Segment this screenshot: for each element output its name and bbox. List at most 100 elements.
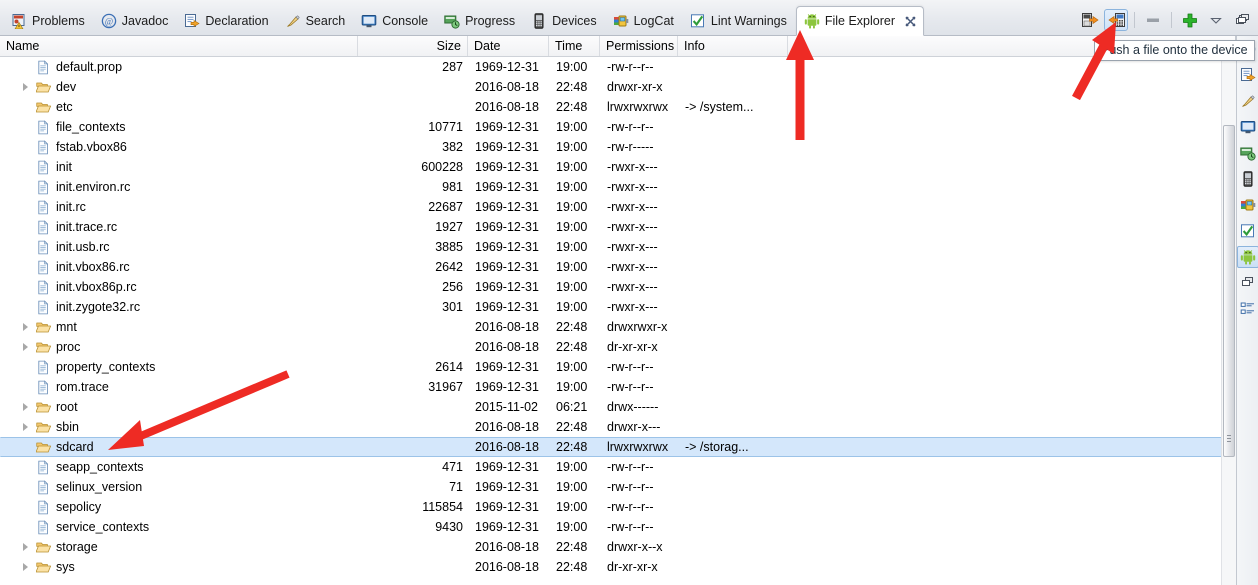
file-icon [36, 359, 51, 375]
row-date: 1969-12-31 [475, 220, 539, 234]
tab-javadoc[interactable]: @ Javadoc [94, 7, 178, 35]
tab-label: Declaration [205, 13, 269, 28]
table-row[interactable]: init.vbox86.rc 2642 1969-12-31 19:00 -rwxr-x… [0, 257, 1235, 277]
view-menu-button[interactable] [1204, 9, 1228, 31]
column-header-name[interactable]: Name [0, 36, 358, 56]
table-row[interactable]: default.prop 287 1969-12-31 19:00 -rw-r--r-- [0, 57, 1235, 77]
fastview-devices-icon[interactable] [1237, 168, 1258, 190]
vertical-scrollbar[interactable] [1221, 57, 1236, 585]
row-permissions: -rwxr-x--- [607, 260, 658, 274]
fastview-restore-icon[interactable] [1237, 272, 1258, 294]
push-file-onto-device-button[interactable] [1104, 9, 1128, 31]
tab-console[interactable]: Console [354, 7, 437, 35]
table-row[interactable]: sdcard 2016-08-18 22:48 lrwxrwxrwx -> /stora… [0, 437, 1235, 457]
folder-icon [35, 542, 52, 552]
tab-progress[interactable]: Progress [437, 7, 524, 35]
console-icon [361, 15, 377, 28]
tab-devices[interactable]: Devices [524, 7, 605, 35]
table-row[interactable]: init.vbox86p.rc 256 1969-12-31 19:00 -rwxr-x… [0, 277, 1235, 297]
scrollbar-thumb[interactable] [1223, 125, 1235, 457]
table-row[interactable]: file_contexts 10771 1969-12-31 19:00 -rw-r--… [0, 117, 1235, 137]
column-header-date[interactable]: Date [468, 36, 549, 56]
expand-triangle-icon[interactable] [21, 342, 31, 352]
outer-restore-button[interactable] [1232, 8, 1256, 30]
row-size: 471 [442, 460, 463, 474]
file-icon [36, 459, 51, 475]
row-size: 600228 [421, 160, 463, 174]
expand-triangle-icon[interactable] [21, 402, 31, 412]
row-name-cell: storage [1, 540, 359, 555]
table-row[interactable]: init.usb.rc 3885 1969-12-31 19:00 -rwxr-x--- [0, 237, 1235, 257]
table-row[interactable]: etc 2016-08-18 22:48 lrwxrwxrwx -> /system..… [0, 97, 1235, 117]
table-row[interactable]: property_contexts 2614 1969-12-31 19:00 -rw-… [0, 357, 1235, 377]
table-row[interactable]: init.trace.rc 1927 1969-12-31 19:00 -rwxr-x-… [0, 217, 1235, 237]
table-row[interactable]: init.environ.rc 981 1969-12-31 19:00 -rwxr-x… [0, 177, 1235, 197]
file-icon [38, 199, 49, 214]
row-name-label: init.vbox86.rc [56, 260, 130, 274]
folder-icon [35, 80, 52, 95]
logcat-icon [613, 13, 629, 29]
row-date: 1969-12-31 [475, 240, 539, 254]
table-row[interactable]: fstab.vbox86 382 1969-12-31 19:00 -rw-r----- [0, 137, 1235, 157]
table-row[interactable]: root 2015-11-02 06:21 drwx------ [0, 397, 1235, 417]
fastview-search-icon[interactable] [1237, 90, 1258, 112]
table-row[interactable]: init 600228 1969-12-31 19:00 -rwxr-x--- [0, 157, 1235, 177]
new-folder-button[interactable] [1178, 9, 1202, 31]
tab-file-explorer[interactable]: File Explorer [795, 6, 925, 36]
tab-label: LogCat [633, 13, 674, 28]
row-time: 22:48 [556, 420, 588, 434]
column-header-size[interactable]: Size [358, 36, 468, 56]
fastview-progress-icon[interactable] [1237, 142, 1258, 164]
tab-logcat[interactable]: LogCat [606, 7, 683, 35]
table-row[interactable]: storage 2016-08-18 22:48 drwxr-x--x [0, 537, 1235, 557]
tab-declaration[interactable]: Declaration [177, 7, 277, 35]
file-icon [38, 499, 49, 514]
file-icon [38, 259, 49, 274]
column-header-info[interactable]: Info [678, 36, 788, 56]
fastview-declaration-icon[interactable] [1237, 64, 1258, 86]
table-row[interactable]: init.rc 22687 1969-12-31 19:00 -rwxr-x--- [0, 197, 1235, 217]
logcat-icon [613, 15, 628, 27]
row-permissions: -rw-r--r-- [607, 380, 654, 394]
table-row[interactable]: dev 2016-08-18 22:48 drwxr-xr-x [0, 77, 1235, 97]
tab-problems[interactable]: Problems [4, 7, 94, 35]
file-icon [38, 179, 49, 194]
expand-triangle-icon[interactable] [21, 542, 31, 552]
table-row[interactable]: sbin 2016-08-18 22:48 drwxr-x--- [0, 417, 1235, 437]
expand-triangle-icon[interactable] [21, 322, 31, 332]
declaration-icon [185, 14, 200, 28]
row-date: 1969-12-31 [475, 120, 539, 134]
table-row[interactable]: init.zygote32.rc 301 1969-12-31 19:00 -rwxr-… [0, 297, 1235, 317]
file-icon [36, 179, 51, 195]
close-icon[interactable] [904, 15, 917, 28]
tab-search[interactable]: Search [278, 7, 355, 35]
fastview-console-icon[interactable] [1237, 116, 1258, 138]
devices-icon [534, 13, 544, 29]
table-row[interactable]: service_contexts 9430 1969-12-31 19:00 -rw-r… [0, 517, 1235, 537]
tab-lint-warnings[interactable]: Lint Warnings [683, 7, 796, 35]
table-row[interactable]: sys 2016-08-18 22:48 dr-xr-xr-x [0, 557, 1235, 577]
table-row[interactable]: selinux_version 71 1969-12-31 19:00 -rw-r--r… [0, 477, 1235, 497]
row-permissions: -rw-r--r-- [607, 480, 654, 494]
table-row[interactable]: rom.trace 31967 1969-12-31 19:00 -rw-r--r-- [0, 377, 1235, 397]
table-row[interactable]: mnt 2016-08-18 22:48 drwxrwxr-x [0, 317, 1235, 337]
fastview-android-icon[interactable] [1236, 246, 1258, 268]
pull-file-from-device-button[interactable] [1078, 9, 1102, 31]
delete-button[interactable] [1141, 9, 1165, 31]
table-row[interactable]: seapp_contexts 471 1969-12-31 19:00 -rw-r--r… [0, 457, 1235, 477]
expand-triangle-icon[interactable] [21, 562, 31, 572]
fastview-lint-warnings-icon[interactable] [1237, 220, 1258, 242]
fastview-outline-icon[interactable] [1237, 298, 1258, 320]
column-header-permissions[interactable]: Permissions [600, 36, 678, 56]
table-row[interactable]: sepolicy 115854 1969-12-31 19:00 -rw-r--r-- [0, 497, 1235, 517]
table-row[interactable]: proc 2016-08-18 22:48 dr-xr-xr-x [0, 337, 1235, 357]
column-header-time[interactable]: Time [549, 36, 600, 56]
row-permissions: -rw-r--r-- [607, 120, 654, 134]
file-icon [36, 259, 51, 275]
expand-triangle-icon[interactable] [21, 422, 31, 432]
row-size: 71 [449, 480, 463, 494]
fastview-logcat-icon[interactable] [1237, 194, 1258, 216]
expand-triangle-icon[interactable] [21, 82, 31, 92]
row-name-cell: selinux_version [1, 479, 359, 495]
